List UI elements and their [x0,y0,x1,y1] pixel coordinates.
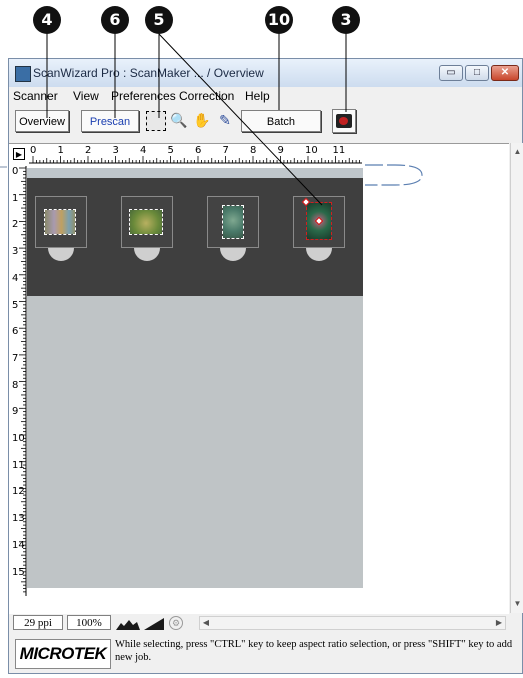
preview-canvas[interactable]: ▶ 0 1 2 3 4 5 6 7 8 9 10 11 0 1 2 3 4 5 6 7 8 9 10 11 12 13 14 15 [9,143,509,614]
menu-bar: Scanner View Preferences Correction Help [9,87,522,105]
scroll-right-icon[interactable]: ▶ [493,617,505,629]
top-ruler-numbers: 0 1 2 3 4 5 6 7 8 9 10 11 [29,145,362,164]
menu-help[interactable]: Help [245,89,270,103]
resolution-readout: 29 ppi [13,615,63,630]
guide-band [27,168,363,178]
microtek-logo: MICROTEK [15,639,111,669]
top-ruler-number: 2 [85,145,92,156]
left-ruler-number: 1 [12,192,19,204]
left-ruler-number: 2 [12,219,19,231]
callout-job-icon: 3 [332,6,360,34]
top-ruler-number: 1 [57,145,64,156]
left-ruler-number: 13 [12,513,25,525]
window-title: ScanWizard Pro : ScanMaker ... / Overvie… [33,66,264,80]
scan-frame-2[interactable] [129,209,163,235]
top-ruler-number: 3 [112,145,119,156]
title-bar[interactable]: ScanWizard Pro : ScanMaker ... / Overvie… [9,59,522,87]
close-button[interactable]: ✕ [491,65,519,81]
left-ruler-number: 6 [12,326,19,338]
eyedropper-icon[interactable]: ✎ [215,111,235,131]
toolbar: Overview Prescan 🔍 ✋ ✎ Batch [9,105,522,143]
help-tip-text: While selecting, press "CTRL" key to kee… [115,639,513,663]
maximize-button[interactable]: □ [465,65,489,81]
minimize-icon: ▭ [446,67,456,78]
scroll-up-icon[interactable]: ▲ [511,145,523,159]
select-icon[interactable] [146,111,166,131]
left-ruler-number: 3 [12,246,19,258]
top-ruler-number: 10 [305,145,318,156]
info-bar: MICROTEK While selecting, press "CTRL" k… [9,633,522,673]
vertical-scrollbar[interactable]: ▲ ▼ [510,143,523,613]
zoom-icon[interactable]: 🔍 [169,111,189,131]
menu-view[interactable]: View [73,89,99,103]
scan-frame-1[interactable] [44,209,76,235]
callout-tools: 5 [145,6,173,34]
status-row: 29 ppi 100% ⚙ ◀ ▶ [9,614,522,632]
menu-preferences[interactable]: Preferences [111,89,176,103]
top-ruler-number: 0 [30,145,37,156]
app-icon [15,66,31,82]
settings-icon[interactable]: ⚙ [169,616,183,630]
top-ruler-number: 7 [222,145,229,156]
horizontal-scrollbar[interactable]: ◀ ▶ [199,616,506,630]
hand-icon[interactable]: ✋ [192,111,212,131]
top-ruler-number: 5 [167,145,174,156]
histogram-icon[interactable] [115,617,141,631]
overview-button[interactable]: Overview [15,110,69,132]
callout-overview: 4 [33,6,61,34]
left-ruler-number: 11 [12,459,25,471]
left-ruler-number: 0 [12,166,19,177]
top-ruler-number: 11 [332,145,346,156]
tone-curve-icon[interactable] [143,617,165,631]
prescan-button[interactable]: Prescan [81,110,139,132]
top-ruler-number: 6 [195,145,202,156]
scanwizard-window: ScanWizard Pro : ScanMaker ... / Overvie… [8,58,523,674]
left-ruler-number: 10 [12,433,25,444]
left-ruler-number: 15 [12,566,25,578]
batch-button[interactable]: Batch [241,110,321,132]
scroll-left-icon[interactable]: ◀ [200,617,212,629]
scroll-down-icon[interactable]: ▼ [511,597,523,611]
left-ruler-number: 7 [12,352,19,364]
callout-batch: 10 [265,6,293,34]
maximize-icon: □ [473,67,481,78]
slide-tray [27,178,363,296]
left-ruler-number: 14 [12,539,25,551]
left-ruler-number: 12 [12,486,25,498]
left-ruler-number: 4 [12,272,19,284]
ruler-toggle-icon[interactable]: ▶ [13,148,25,160]
zoom-readout[interactable]: 100% [67,615,111,630]
top-ruler-number: 9 [277,145,284,156]
menu-correction[interactable]: Correction [179,89,234,103]
top-ruler-number: 8 [250,145,257,156]
scan-job-icon[interactable] [332,109,356,133]
left-ruler-numbers: 0 1 2 3 4 5 6 7 8 9 10 11 12 13 14 15 [11,166,27,596]
left-ruler-number: 9 [12,406,19,418]
callout-prescan: 6 [101,6,129,34]
slide-tab-1 [48,248,74,261]
top-ruler-number: 4 [140,145,147,156]
menu-scanner[interactable]: Scanner [13,89,58,103]
minimize-button[interactable]: ▭ [439,65,463,81]
slide-tab-3 [220,248,246,261]
slide-tab-4 [306,248,332,261]
scan-frame-3[interactable] [222,205,244,239]
close-icon: ✕ [500,67,510,78]
left-ruler-number: 5 [12,299,19,311]
slide-tab-2 [134,248,160,261]
left-ruler-number: 8 [12,379,19,391]
